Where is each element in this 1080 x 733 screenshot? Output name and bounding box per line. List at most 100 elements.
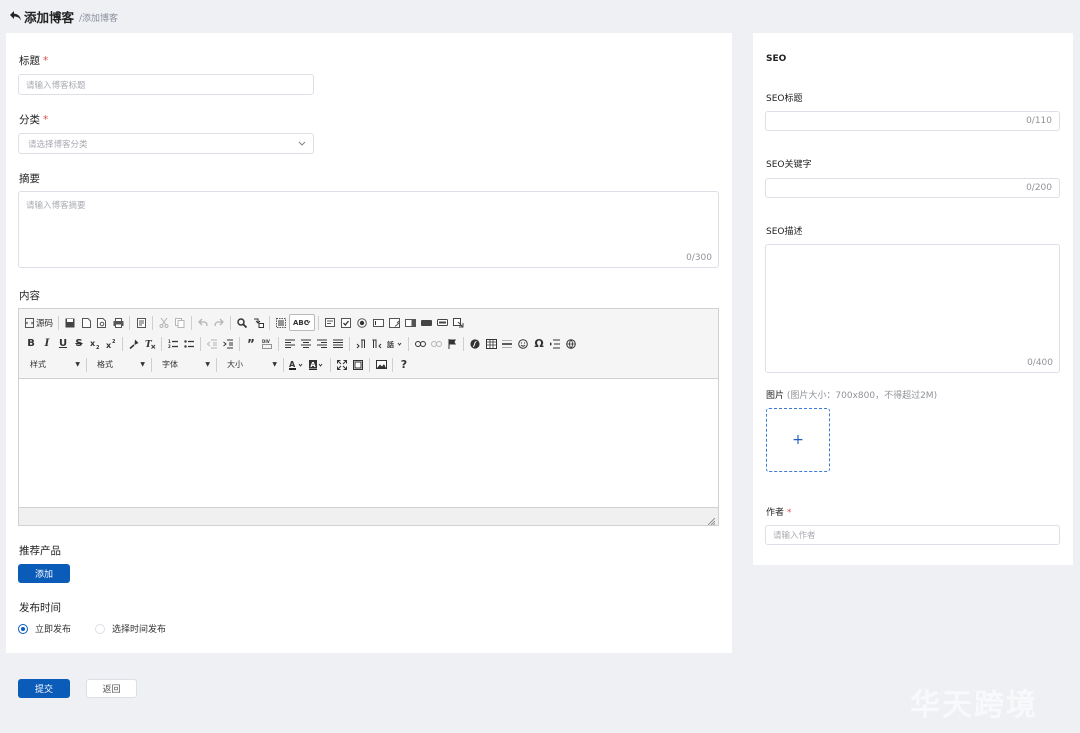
- editor-toolbar: 源码 ABC B I U S x 2 x 2 T 1 2 ” DIV 話 Ω 样…: [19, 309, 718, 379]
- toolbar-row-2: B I U S x2 x2 T 12 ” DIV 話 Ω: [23, 333, 714, 354]
- seo-title-input[interactable]: 0/110: [765, 111, 1060, 131]
- resize-handle-icon[interactable]: [707, 515, 716, 526]
- unlink-icon[interactable]: [428, 335, 444, 352]
- indent-icon[interactable]: [220, 335, 236, 352]
- back-arrow-icon[interactable]: [8, 9, 22, 23]
- align-center-icon[interactable]: [298, 335, 314, 352]
- redo-icon[interactable]: [211, 314, 227, 331]
- maximize-icon[interactable]: [334, 356, 350, 373]
- outdent-icon[interactable]: [204, 335, 220, 352]
- category-select[interactable]: 请选择博客分类: [18, 133, 314, 154]
- radio-publish-now[interactable]: 立即发布: [18, 622, 71, 635]
- anchor-icon[interactable]: [444, 335, 460, 352]
- summary-textarea[interactable]: 请输入博客摘要 0/300: [18, 191, 719, 268]
- spellcheck-icon[interactable]: ABC: [289, 314, 316, 331]
- ltr-icon[interactable]: [353, 335, 369, 352]
- textarea-icon[interactable]: [386, 314, 402, 331]
- seo-keywords-input[interactable]: 0/200: [765, 178, 1060, 198]
- div-icon[interactable]: DIV: [259, 335, 275, 352]
- toolbar-separator: [152, 315, 154, 330]
- source-icon[interactable]: 源码: [23, 314, 55, 331]
- subscript-icon[interactable]: x2: [87, 335, 103, 352]
- language-icon[interactable]: 話: [385, 335, 405, 352]
- show-blocks-icon[interactable]: [350, 356, 366, 373]
- horizontal-rule-icon[interactable]: [499, 335, 515, 352]
- page-break-icon[interactable]: [547, 335, 563, 352]
- select-icon[interactable]: [402, 314, 418, 331]
- justify-icon[interactable]: [330, 335, 346, 352]
- copy-format-icon[interactable]: [126, 335, 142, 352]
- radio-icon[interactable]: [354, 314, 370, 331]
- bulleted-list-icon[interactable]: [181, 335, 197, 352]
- new-page-icon[interactable]: [78, 314, 94, 331]
- underline-icon[interactable]: U: [55, 335, 71, 352]
- radio-publish-scheduled[interactable]: 选择时间发布: [95, 622, 166, 635]
- table-icon[interactable]: [483, 335, 499, 352]
- print-icon[interactable]: [110, 314, 126, 331]
- cut-icon[interactable]: [156, 314, 172, 331]
- seo-panel: SEO SEO标题 0/110 SEO关键字 0/200 SEO描述 0/400…: [753, 33, 1073, 565]
- summary-char-count: 0/300: [686, 253, 712, 263]
- superscript-icon[interactable]: x2: [103, 335, 119, 352]
- text-color-icon[interactable]: A: [287, 356, 307, 373]
- author-label: 作者 *: [766, 508, 792, 518]
- toolbar-row-1: 源码 ABC: [23, 312, 714, 333]
- textfield-icon[interactable]: [370, 314, 386, 331]
- radio-checked-icon: [18, 623, 28, 634]
- watermark: 华天跨境: [910, 688, 1038, 723]
- publish-time-label: 发布时间: [19, 602, 61, 614]
- radio-unchecked-icon: [95, 623, 105, 634]
- help-icon[interactable]: ?: [396, 356, 412, 373]
- font-combo[interactable]: 字体 ▼: [155, 357, 213, 372]
- iframe-icon[interactable]: [563, 335, 579, 352]
- link-icon[interactable]: [412, 335, 428, 352]
- form-icon[interactable]: [322, 314, 338, 331]
- hidden-field-icon[interactable]: [434, 314, 450, 331]
- numbered-list-icon[interactable]: 12: [165, 335, 181, 352]
- toolbar-separator: [191, 315, 193, 330]
- toolbar-separator: [230, 315, 232, 330]
- align-left-icon[interactable]: [282, 335, 298, 352]
- copy-icon[interactable]: [172, 314, 188, 331]
- strike-icon[interactable]: S: [71, 335, 87, 352]
- flash-icon[interactable]: [467, 335, 483, 352]
- editor-content-area[interactable]: [19, 379, 718, 507]
- select-all-icon[interactable]: [273, 314, 289, 331]
- blockquote-icon[interactable]: ”: [243, 335, 259, 352]
- back-button[interactable]: 返回: [86, 679, 137, 698]
- page-title: 添加博客: [24, 9, 75, 25]
- replace-icon[interactable]: [250, 314, 266, 331]
- image-upload-box[interactable]: +: [766, 408, 830, 472]
- undo-icon[interactable]: [195, 314, 211, 331]
- button-icon[interactable]: [418, 314, 434, 331]
- find-icon[interactable]: [234, 314, 250, 331]
- image-icon[interactable]: [373, 356, 389, 373]
- smiley-icon[interactable]: [515, 335, 531, 352]
- combo-arrow-icon: ▼: [272, 361, 277, 368]
- seo-description-textarea[interactable]: 0/400: [765, 244, 1060, 373]
- rtl-icon[interactable]: [369, 335, 385, 352]
- author-input[interactable]: 请输入作者: [765, 525, 1060, 545]
- format-combo[interactable]: 格式 ▼: [90, 357, 148, 372]
- checkbox-icon[interactable]: [338, 314, 354, 331]
- image-size-hint: (图片大小：700x800，不得超过2M): [786, 391, 938, 401]
- save-icon[interactable]: [62, 314, 78, 331]
- bold-icon[interactable]: B: [23, 335, 39, 352]
- chevron-down-icon: [298, 140, 306, 148]
- italic-icon[interactable]: I: [39, 335, 55, 352]
- submit-button[interactable]: 提交: [18, 679, 70, 698]
- editor-statusbar: [19, 507, 718, 526]
- title-input[interactable]: 请输入博客标题: [18, 74, 314, 95]
- templates-icon[interactable]: [133, 314, 149, 331]
- size-combo[interactable]: 大小 ▼: [220, 357, 280, 372]
- image-button-icon[interactable]: [450, 314, 466, 331]
- toolbar-separator: [349, 336, 350, 351]
- bg-color-icon[interactable]: A: [307, 356, 327, 373]
- align-right-icon[interactable]: [314, 335, 330, 352]
- add-product-button[interactable]: 添加: [18, 564, 70, 583]
- svg-text:2: 2: [96, 345, 100, 349]
- special-char-icon[interactable]: Ω: [531, 335, 547, 352]
- remove-format-icon[interactable]: T: [142, 335, 158, 352]
- styles-combo[interactable]: 样式 ▼: [23, 357, 83, 372]
- preview-icon[interactable]: [94, 314, 110, 331]
